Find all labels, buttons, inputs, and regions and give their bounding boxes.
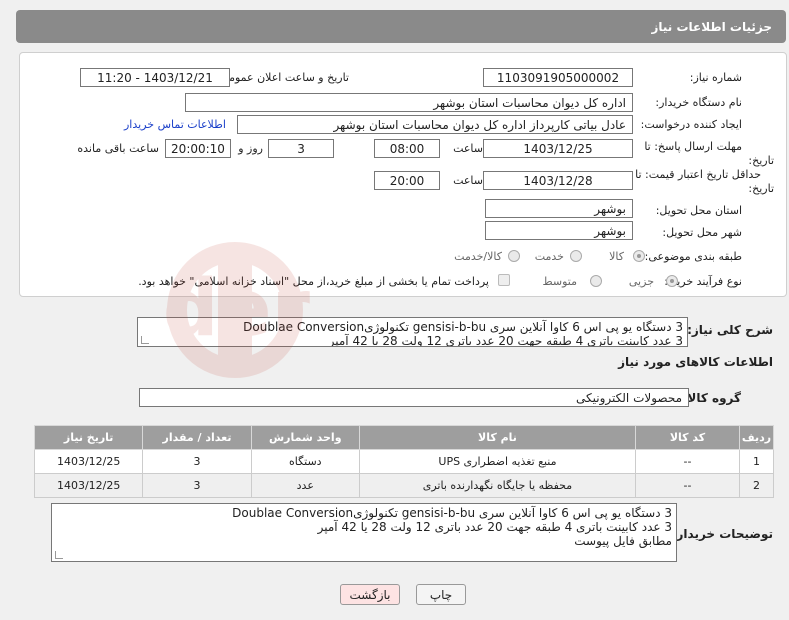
buyer-notes-line-2: 3 عدد کابینت باتری 4 طبقه جهت 20 عدد بات… xyxy=(317,520,672,534)
cell-row: 1 xyxy=(739,449,774,474)
process-option-minor: جزیی xyxy=(628,275,654,288)
goods-group-label: گروه کالا: xyxy=(682,391,741,405)
cell-unit: دستگاه xyxy=(250,449,360,474)
deadline-time-field: 08:00 xyxy=(374,139,440,158)
buyer-contact-link[interactable]: اطلاعات تماس خریدار xyxy=(124,118,226,131)
table-row: 1 -- منبع تغذیه اضطراری UPS دستگاه 3 140… xyxy=(33,449,774,474)
validity-date-field: 1403/12/28 xyxy=(483,171,633,190)
goods-group-field: محصولات الکترونیکی xyxy=(139,388,689,407)
province-label: استان محل تحویل: xyxy=(655,204,742,217)
days-label: روز و xyxy=(238,142,263,155)
col-name: نام کالا xyxy=(358,425,636,450)
cell-name: منبع تغذیه اضطراری UPS xyxy=(358,449,636,474)
validity-time-field: 20:00 xyxy=(374,171,440,190)
cell-date: 1403/12/25 xyxy=(33,473,144,498)
category-radio-goods[interactable] xyxy=(633,250,645,262)
category-radio-both[interactable] xyxy=(508,250,520,262)
cell-quantity: 3 xyxy=(142,473,252,498)
buyer-notes-textarea: 3 دستگاه یو پی اس 6 کاوا آنلاین سری gens… xyxy=(51,503,677,562)
buyer-notes-label: توضیحات خریدار: xyxy=(671,527,773,541)
cell-row: 2 xyxy=(739,473,774,498)
buyer-notes-line-1: 3 دستگاه یو پی اس 6 کاوا آنلاین سری gens… xyxy=(232,506,672,520)
deadline-date-field: 1403/12/25 xyxy=(483,139,633,158)
treasury-checkbox[interactable] xyxy=(498,274,510,286)
resize-grip-icon xyxy=(141,336,149,344)
buyer-org-field: اداره کل دیوان محاسبات استان بوشهر xyxy=(185,93,633,112)
category-option-both: کالا/خدمت xyxy=(454,250,502,263)
category-option-service: خدمت xyxy=(534,250,564,263)
table-row: 2 -- محفظه یا جایگاه نگهدارنده باتری عدد… xyxy=(33,473,774,498)
cell-unit: عدد xyxy=(250,473,360,498)
province-field: بوشهر xyxy=(485,199,633,218)
buyer-notes-line-3: مطابق فایل پیوست xyxy=(574,534,672,548)
page-title: جزئیات اطلاعات نیاز xyxy=(651,19,772,34)
col-code: کد کالا xyxy=(634,425,741,450)
validity-label-date: تاریخ: xyxy=(748,182,774,195)
deadline-label-date: تاریخ: xyxy=(748,154,774,167)
deadline-label: مهلت ارسال پاسخ: تا xyxy=(644,140,742,153)
announce-field: 1403/12/21 - 11:20 xyxy=(80,68,230,87)
col-row: ردیف xyxy=(739,425,774,450)
cell-name: محفظه یا جایگاه نگهدارنده باتری xyxy=(358,473,636,498)
buyer-org-label: نام دستگاه خریدار: xyxy=(655,96,742,109)
remaining-time-field: 20:00:10 xyxy=(165,139,231,158)
table-header-row: ردیف کد کالا نام کالا واحد شمارش تعداد /… xyxy=(33,425,774,450)
cell-date: 1403/12/25 xyxy=(33,449,144,474)
announce-label: تاریخ و ساعت اعلان عمومی: xyxy=(216,71,349,84)
process-radio-minor[interactable] xyxy=(666,275,678,287)
description-line-2: 3 عدد کابینت باتری 4 طبقه جهت 20 عدد بات… xyxy=(328,334,683,347)
col-quantity: تعداد / مقدار xyxy=(142,425,252,450)
col-unit: واحد شمارش xyxy=(250,425,360,450)
cell-code: -- xyxy=(634,473,741,498)
need-number-field: 1103091905000002 xyxy=(483,68,633,87)
requester-label: ایجاد کننده درخواست: xyxy=(640,118,742,131)
description-line-1: 3 دستگاه یو پی اس 6 کاوا آنلاین سری gens… xyxy=(243,320,683,334)
cell-code: -- xyxy=(634,449,741,474)
print-button[interactable]: چاپ xyxy=(416,584,466,605)
category-label: طبقه بندی موضوعی: xyxy=(644,250,742,263)
days-remaining-field: 3 xyxy=(268,139,334,158)
process-option-medium: متوسط xyxy=(542,275,577,288)
description-textarea: 3 دستگاه یو پی اس 6 کاوا آنلاین سری gens… xyxy=(137,317,688,347)
category-radio-service[interactable] xyxy=(570,250,582,262)
validity-time-label: ساعت xyxy=(453,174,483,187)
col-date: تاریخ نیاز xyxy=(33,425,144,450)
city-field: بوشهر xyxy=(485,221,633,240)
deadline-time-label: ساعت xyxy=(453,142,483,155)
goods-table: ردیف کد کالا نام کالا واحد شمارش تعداد /… xyxy=(33,425,774,498)
category-option-goods: کالا xyxy=(609,250,624,263)
goods-info-title: اطلاعات کالاهای مورد نیاز xyxy=(618,355,773,369)
page-header: جزئیات اطلاعات نیاز xyxy=(16,10,786,43)
treasury-note: پرداخت تمام یا بخشی از مبلغ خرید،از محل … xyxy=(138,275,489,288)
back-button[interactable]: بازگشت xyxy=(340,584,400,605)
cell-quantity: 3 xyxy=(142,449,252,474)
requester-field: عادل بیاتی کارپرداز اداره کل دیوان محاسب… xyxy=(237,115,633,134)
city-label: شهر محل تحویل: xyxy=(662,226,742,239)
remaining-label: ساعت باقی مانده xyxy=(77,142,159,155)
description-label: شرح کلی نیاز: xyxy=(687,323,773,337)
validity-label: حداقل تاریخ اعتبار قیمت: تا xyxy=(635,168,761,181)
resize-grip-icon xyxy=(55,551,63,559)
process-radio-medium[interactable] xyxy=(590,275,602,287)
need-number-label: شماره نیاز: xyxy=(689,71,742,84)
